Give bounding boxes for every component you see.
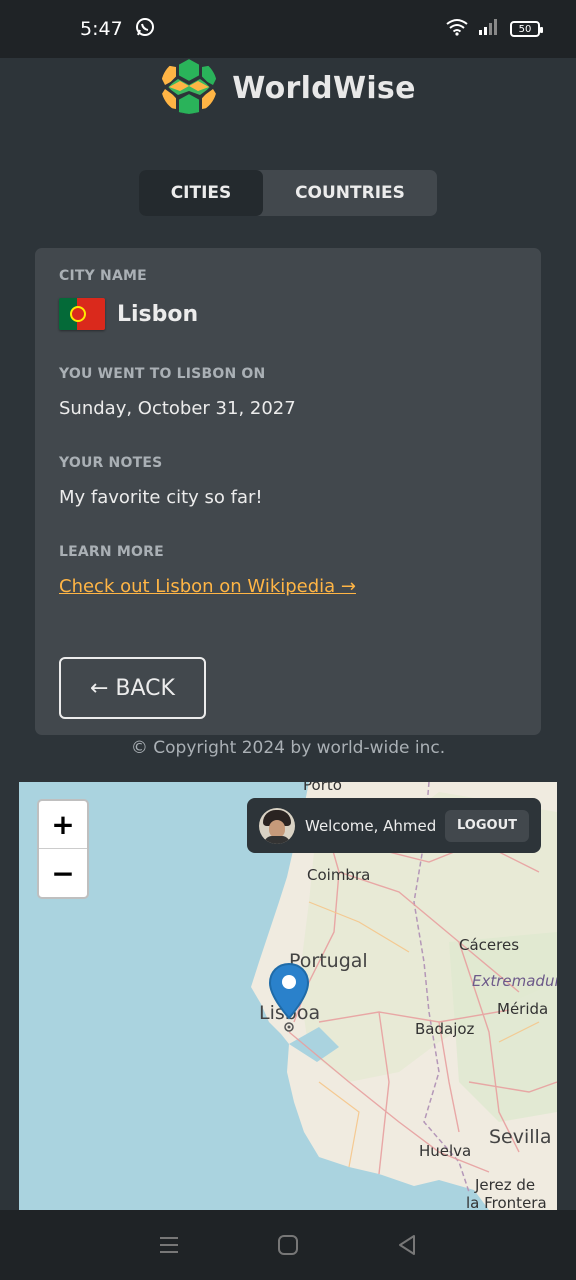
place-coimbra: Coimbra bbox=[307, 866, 371, 884]
system-nav-bar bbox=[0, 1210, 576, 1280]
place-sevilla: Sevilla bbox=[489, 1126, 552, 1148]
menu-icon[interactable] bbox=[149, 1225, 189, 1265]
back-button[interactable]: ← BACK bbox=[59, 657, 206, 719]
status-time: 5:47 bbox=[80, 18, 123, 40]
place-jerez: Jerez de bbox=[475, 1176, 536, 1194]
map-view[interactable]: Porto Coimbra Portugal Cáceres Extremadu… bbox=[19, 782, 557, 1210]
zoom-out-button[interactable]: − bbox=[39, 849, 87, 897]
notes-section: YOUR NOTES My favorite city so far! bbox=[59, 455, 517, 508]
signal-icon bbox=[478, 18, 500, 40]
status-left: 5:47 bbox=[80, 17, 155, 42]
user-welcome-box: Welcome, Ahmed LOGOUT bbox=[247, 798, 541, 853]
whatsapp-icon bbox=[135, 17, 155, 42]
visit-date-section: YOU WENT TO LISBON ON Sunday, October 31… bbox=[59, 366, 517, 419]
zoom-control: + − bbox=[37, 799, 89, 899]
welcome-text: Welcome, Ahmed bbox=[305, 816, 437, 835]
learn-more-section: LEARN MORE Check out Lisbon on Wikipedia… bbox=[59, 544, 517, 597]
globe-logo-icon bbox=[160, 57, 218, 119]
app-logo[interactable]: WorldWise bbox=[0, 58, 576, 118]
visit-date: Sunday, October 31, 2027 bbox=[59, 398, 296, 419]
back-triangle-icon[interactable] bbox=[387, 1225, 427, 1265]
logout-button[interactable]: LOGOUT bbox=[445, 809, 529, 842]
battery-icon: 50 bbox=[510, 21, 543, 37]
place-merida: Mérida bbox=[497, 1000, 549, 1018]
status-right: 50 bbox=[446, 18, 543, 40]
copyright-text: © Copyright 2024 by world-wide inc. bbox=[130, 738, 446, 758]
visit-date-label: YOU WENT TO LISBON ON bbox=[59, 366, 266, 382]
tab-cities[interactable]: CITIES bbox=[139, 170, 263, 216]
map-marker-icon[interactable] bbox=[268, 962, 310, 1038]
zoom-in-button[interactable]: + bbox=[39, 801, 87, 849]
notes-label: YOUR NOTES bbox=[59, 455, 163, 471]
place-badajoz: Badajoz bbox=[415, 1020, 475, 1038]
city-name: Lisbon bbox=[117, 301, 199, 327]
notes-text: My favorite city so far! bbox=[59, 487, 263, 508]
place-porto: Porto bbox=[303, 782, 342, 794]
app-name: WorldWise bbox=[232, 70, 416, 106]
city-detail-card: CITY NAME Lisbon YOU WENT TO LISBON ON S… bbox=[35, 248, 541, 735]
learn-more-label: LEARN MORE bbox=[59, 544, 164, 560]
place-frontera: la Frontera bbox=[466, 1194, 547, 1210]
city-name-label: CITY NAME bbox=[59, 268, 147, 284]
home-icon[interactable] bbox=[268, 1225, 308, 1265]
portugal-flag-icon bbox=[59, 298, 105, 330]
place-caceres: Cáceres bbox=[459, 936, 520, 954]
city-country-tabs: CITIES COUNTRIES bbox=[139, 170, 437, 216]
wifi-icon bbox=[446, 18, 468, 40]
place-huelva: Huelva bbox=[419, 1142, 472, 1160]
place-extremadura: Extremadur bbox=[472, 972, 557, 990]
avatar bbox=[259, 807, 295, 844]
tab-countries[interactable]: COUNTRIES bbox=[263, 170, 437, 216]
city-name-row: Lisbon bbox=[59, 298, 517, 330]
status-bar: 5:47 50 bbox=[0, 0, 576, 58]
wikipedia-link[interactable]: Check out Lisbon on Wikipedia → bbox=[59, 576, 356, 597]
